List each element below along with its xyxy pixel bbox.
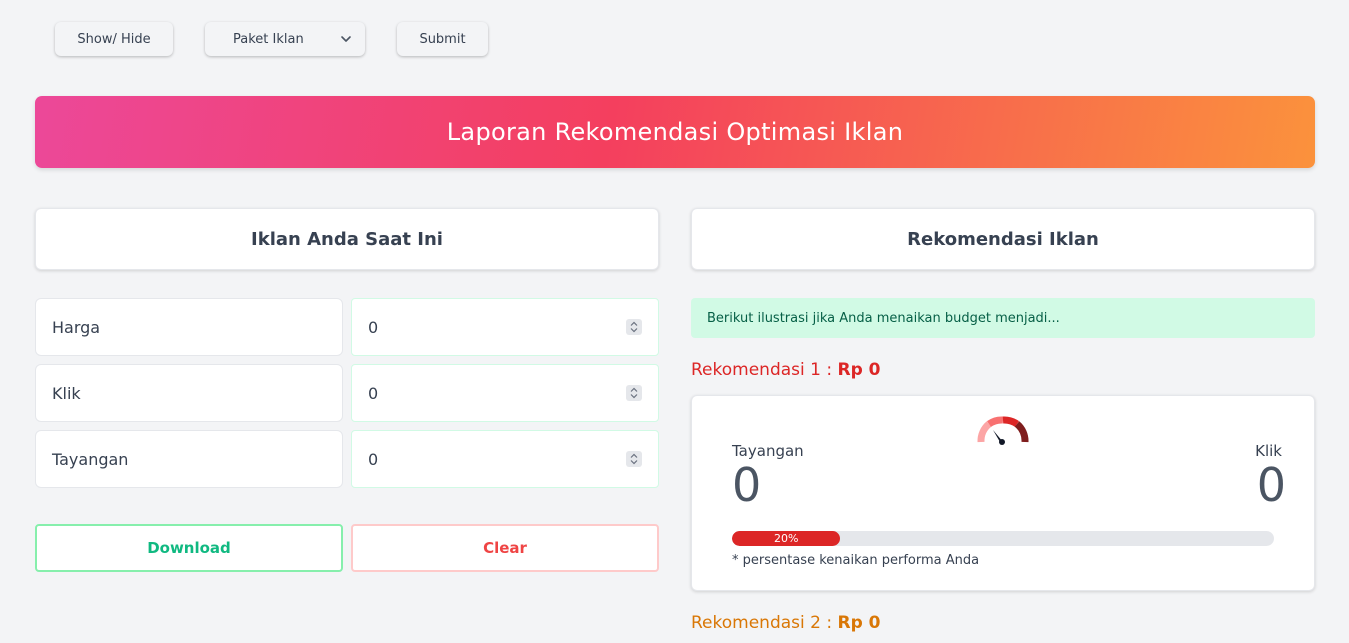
recommendation-title: Rekomendasi Iklan — [907, 228, 1099, 250]
info-text: Berikut ilustrasi jika Anda menaikan bud… — [707, 310, 1060, 326]
clear-button[interactable]: Clear — [351, 524, 659, 572]
klik-stat-value: 0 — [1256, 458, 1286, 512]
speedometer-icon — [977, 416, 1029, 445]
tayangan-label: Tayangan — [35, 430, 343, 488]
info-alert: Berikut ilustrasi jika Anda menaikan bud… — [691, 298, 1315, 338]
download-label: Download — [147, 539, 231, 557]
page-title: Laporan Rekomendasi Optimasi Iklan — [446, 118, 904, 146]
recommendation-header: Rekomendasi Iklan — [691, 208, 1315, 270]
recommendation-2-label: Rekomendasi 2 : — [691, 613, 833, 633]
show-hide-button[interactable]: Show/ Hide — [55, 22, 173, 56]
recommendation-1-title: Rekomendasi 1 : Rp 0 — [691, 360, 881, 380]
recommendation-2-title: Rekomendasi 2 : Rp 0 — [691, 613, 881, 633]
tayangan-stat-value: 0 — [732, 458, 762, 512]
recommendation-1-card: Tayangan 0 Klik 0 20% * persentase kenai… — [691, 395, 1315, 591]
current-ad-header: Iklan Anda Saat Ini — [35, 208, 659, 270]
harga-input[interactable]: 0 — [351, 298, 659, 356]
show-hide-label: Show/ Hide — [77, 31, 151, 47]
tayangan-label-text: Tayangan — [52, 449, 129, 469]
klik-spinner-icon[interactable] — [626, 385, 642, 401]
tayangan-value: 0 — [368, 449, 379, 469]
harga-label-text: Harga — [52, 317, 101, 337]
clear-label: Clear — [483, 539, 527, 557]
paket-iklan-dropdown[interactable]: Paket Iklan — [205, 22, 365, 56]
recommendation-2-amount: Rp 0 — [837, 613, 881, 633]
progress-fill: 20% — [732, 531, 841, 546]
submit-button[interactable]: Submit — [397, 22, 488, 56]
chevron-down-icon — [341, 36, 351, 42]
tayangan-spinner-icon[interactable] — [626, 451, 642, 467]
klik-input[interactable]: 0 — [351, 364, 659, 422]
klik-label: Klik — [35, 364, 343, 422]
harga-value: 0 — [368, 317, 379, 337]
paket-iklan-label: Paket Iklan — [233, 31, 304, 47]
submit-label: Submit — [419, 31, 466, 47]
recommendation-1-label: Rekomendasi 1 : — [691, 360, 833, 380]
tayangan-input[interactable]: 0 — [351, 430, 659, 488]
klik-value: 0 — [368, 383, 379, 403]
harga-spinner-icon[interactable] — [626, 319, 642, 335]
progress-text: 20% — [773, 532, 799, 545]
harga-label: Harga — [35, 298, 343, 356]
current-ad-title: Iklan Anda Saat Ini — [251, 228, 443, 250]
performance-progress-bar: 20% — [732, 531, 1274, 546]
performance-note: * persentase kenaikan performa Anda — [732, 553, 980, 568]
recommendation-1-amount: Rp 0 — [837, 360, 881, 380]
report-banner: Laporan Rekomendasi Optimasi Iklan — [35, 96, 1315, 168]
klik-label-text: Klik — [52, 383, 81, 403]
download-button[interactable]: Download — [35, 524, 343, 572]
